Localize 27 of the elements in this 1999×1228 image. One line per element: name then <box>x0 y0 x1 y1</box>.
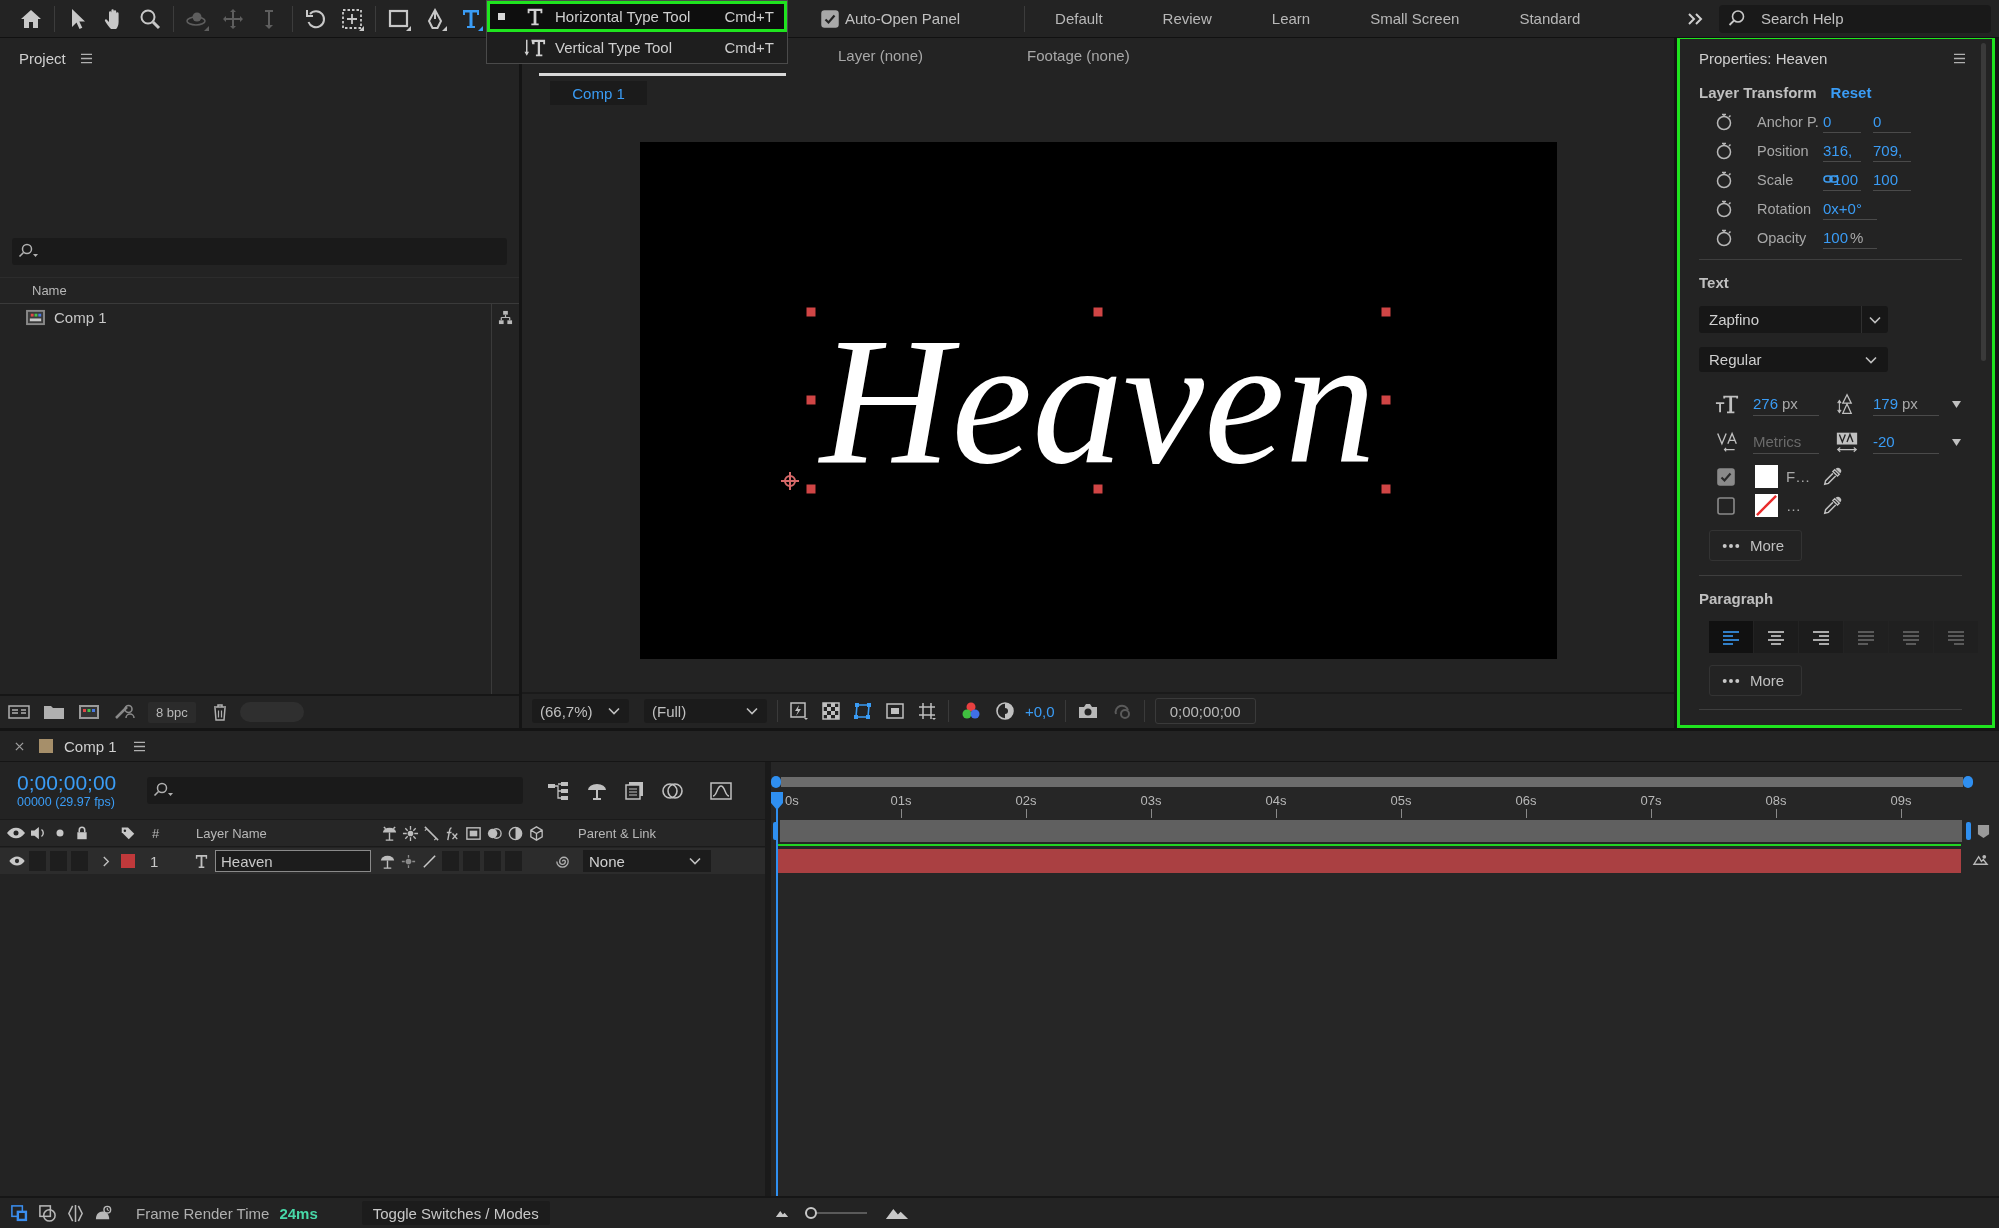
section-title: Layer Transform <box>1699 83 1817 101</box>
render-time-value: 24ms <box>279 1204 318 1222</box>
time-label: 08s <box>1765 793 1787 808</box>
shortcut-label: Cmd+T <box>724 8 774 25</box>
property-label: Rotation <box>1757 200 1812 217</box>
property-label: Scale <box>1757 171 1795 188</box>
shortcut-label: Cmd+T <box>724 39 774 56</box>
time-label: 05s <box>1390 793 1412 808</box>
property-label: Position <box>1757 142 1810 159</box>
time-label: 02s <box>1015 793 1037 808</box>
render-time-label: Frame Render Time <box>136 1204 270 1222</box>
section-title: Paragraph <box>1699 589 1774 607</box>
time-label: 07s <box>1640 793 1662 808</box>
section-title: Text <box>1699 273 1729 291</box>
time-label: 03s <box>1140 793 1162 808</box>
checkbox-label: Auto-Open Panel <box>845 10 961 27</box>
layer-number: 1 <box>150 852 160 870</box>
property-label: Anchor P. <box>1757 113 1820 130</box>
time-label: 04s <box>1265 793 1287 808</box>
time-label: 06s <box>1515 793 1537 808</box>
time-label: 09s <box>1890 793 1912 808</box>
time-label: 0s <box>785 793 799 808</box>
color-label: F… <box>1786 468 1812 485</box>
color-label: … <box>1786 497 1802 514</box>
time-label: 01s <box>890 793 912 808</box>
property-label: Opacity <box>1757 229 1808 246</box>
frame-count: 00000 (29.97 fps) <box>17 795 115 810</box>
